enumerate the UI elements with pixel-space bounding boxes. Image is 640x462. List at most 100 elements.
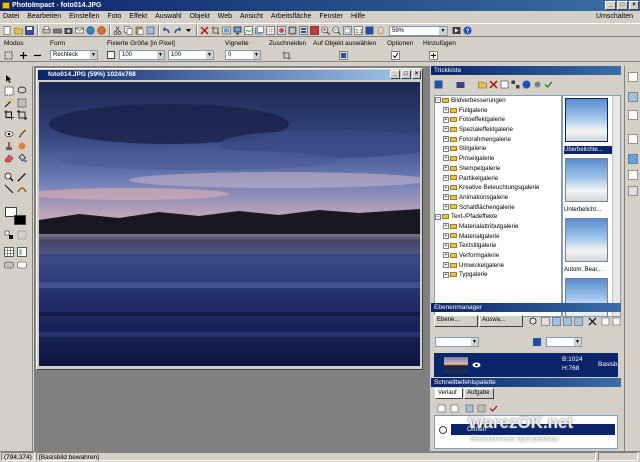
clone-stamp-icon[interactable] [4, 141, 14, 151]
panel-settings-icon[interactable] [533, 80, 542, 89]
print-icon[interactable] [42, 26, 51, 35]
new-selection-mode-icon[interactable] [4, 51, 13, 60]
save-icon[interactable] [25, 26, 34, 35]
paint-brush-icon[interactable] [17, 129, 27, 139]
menu-datei[interactable]: Datei [0, 11, 22, 22]
layer-row-base-image[interactable]: B:1024 H:768 Basisb [434, 353, 618, 377]
menu-foto[interactable]: Foto [104, 11, 124, 22]
image-minimize-button[interactable]: _ [390, 70, 400, 79]
tree-item[interactable]: + Partikelgalerie [435, 174, 561, 184]
form-select[interactable]: Rechteck ▼ [50, 50, 98, 60]
object-mode-icon[interactable] [17, 260, 27, 270]
lasso-tool-icon[interactable] [17, 86, 27, 96]
swap-colors-icon[interactable] [4, 230, 14, 240]
album-icon[interactable] [310, 26, 319, 35]
mask-mode-icon[interactable] [4, 260, 14, 270]
tree-item[interactable]: + Umwickelgalerie [435, 261, 561, 271]
collapse-icon[interactable]: − [435, 213, 441, 220]
trickkiste-toggle-icon[interactable] [628, 72, 638, 82]
apply-step-icon[interactable] [489, 404, 498, 413]
copy-icon[interactable] [124, 26, 133, 35]
undo-step-icon[interactable] [437, 404, 446, 413]
menu-auswahl[interactable]: Auswahl [152, 11, 184, 22]
layer-new-icon[interactable] [601, 317, 610, 326]
new-file-icon[interactable] [3, 26, 12, 35]
menu-effekt[interactable]: Effekt [126, 11, 150, 22]
easy-palette-icon[interactable] [628, 92, 638, 102]
expand-icon[interactable]: + [443, 174, 449, 181]
maximize-button[interactable]: □ [617, 1, 628, 10]
retouch-tool-icon[interactable] [17, 141, 27, 151]
grid-view-icon[interactable] [4, 247, 14, 257]
undo-icon[interactable] [162, 26, 171, 35]
subtract-selection-mode-icon[interactable] [33, 51, 42, 60]
menu-fenster[interactable]: Fenster [316, 11, 346, 22]
text-tool-icon[interactable] [4, 184, 14, 194]
add-selection-mode-icon[interactable] [19, 51, 28, 60]
image-close-button[interactable]: × [412, 70, 421, 79]
menu-einstellen[interactable]: Einstellen [66, 11, 102, 22]
zoom-level-select[interactable]: 59% ▼ [389, 26, 448, 36]
selection-tab[interactable]: Auswa... [479, 315, 523, 327]
preview-icon[interactable] [222, 26, 231, 35]
expand-icon[interactable]: + [443, 126, 449, 133]
effect-palette-icon[interactable] [97, 26, 106, 35]
tree-item[interactable]: + Materialgalerie [435, 232, 561, 242]
layer-tab[interactable]: Ebene... [434, 315, 478, 327]
menu-web[interactable]: Web [215, 11, 235, 22]
layer-visibility-eye-icon[interactable] [472, 361, 481, 369]
menu-ansicht[interactable]: Ansicht [237, 11, 266, 22]
panel-apply-icon[interactable] [544, 80, 553, 89]
effect-thumbnails[interactable]: Überbelichte... Unterbelicht... Autom. B… [562, 95, 621, 317]
tree-item[interactable]: + Pinselgalerie [435, 154, 561, 164]
expand-icon[interactable]: + [443, 184, 449, 191]
tree-item[interactable]: + Textstilgalerie [435, 241, 561, 251]
trickkiste-panel-title[interactable]: Trickkiste [431, 66, 621, 75]
hand-tool-icon[interactable] [376, 26, 385, 35]
layer-link-icon[interactable] [541, 317, 550, 326]
expand-icon[interactable]: + [443, 242, 449, 249]
undo-dropdown-icon[interactable] [184, 26, 193, 35]
tree-item[interactable]: + Fotorahmengalerie [435, 135, 561, 145]
selection-tool-icon[interactable] [4, 86, 14, 96]
redo-icon[interactable] [173, 26, 182, 35]
record-step-icon[interactable] [477, 404, 486, 413]
gallery-icon[interactable] [434, 80, 443, 89]
monitor-icon[interactable] [233, 26, 242, 35]
task-tab[interactable]: Aufgabe [464, 388, 494, 399]
layer-delete-icon[interactable] [588, 317, 597, 326]
menu-umschalten[interactable]: Umschalten [593, 11, 636, 22]
tree-item[interactable]: + Animationsgalerie [435, 193, 561, 203]
tree-item[interactable]: + Materialattributgalerie [435, 222, 561, 232]
help-icon[interactable]: ? [463, 26, 472, 35]
crop-tool-side-icon[interactable] [4, 110, 14, 120]
layer-manager-panel-title[interactable]: Ebenenmanager [431, 303, 621, 312]
tree-item[interactable]: + Fotoeffektgalerie [435, 115, 561, 125]
thumbnail-underexposed[interactable] [565, 158, 608, 202]
eyedropper-icon[interactable] [17, 172, 27, 182]
fill-bucket-icon[interactable] [17, 153, 27, 163]
fit-window-icon[interactable] [343, 26, 352, 35]
email-icon[interactable] [75, 26, 84, 35]
layer-color-swatch[interactable] [533, 338, 541, 346]
tree-item[interactable]: + Spezialeffektgalerie [435, 125, 561, 135]
paste-icon[interactable] [135, 26, 144, 35]
pick-tool-icon[interactable] [4, 74, 14, 84]
panel-view-icon[interactable] [511, 80, 520, 89]
thumbnail-overexposed[interactable] [565, 98, 608, 142]
camera-icon[interactable] [64, 26, 73, 35]
layer-icon[interactable] [255, 26, 264, 35]
copy-step-icon[interactable] [450, 404, 459, 413]
layer-options-icon[interactable] [612, 317, 621, 326]
image-window-title-bar[interactable]: foto014.JPG (59%) 1024x768 _ □ × [38, 70, 421, 80]
menu-hilfe[interactable]: Hilfe [348, 11, 368, 22]
panel-help-icon[interactable] [522, 80, 531, 89]
tree-item[interactable]: − Text-/Pfadeffekte [435, 212, 561, 222]
expand-icon[interactable]: + [443, 116, 449, 123]
quick-command-panel-title[interactable]: Schnellbefehlspalette [431, 378, 621, 387]
zoom-out-icon[interactable] [332, 26, 341, 35]
add-icon[interactable] [429, 51, 438, 60]
sunset-lake-photo[interactable] [39, 82, 420, 366]
close-button[interactable]: × [629, 1, 639, 10]
navigator-toggle-icon[interactable] [628, 154, 638, 164]
